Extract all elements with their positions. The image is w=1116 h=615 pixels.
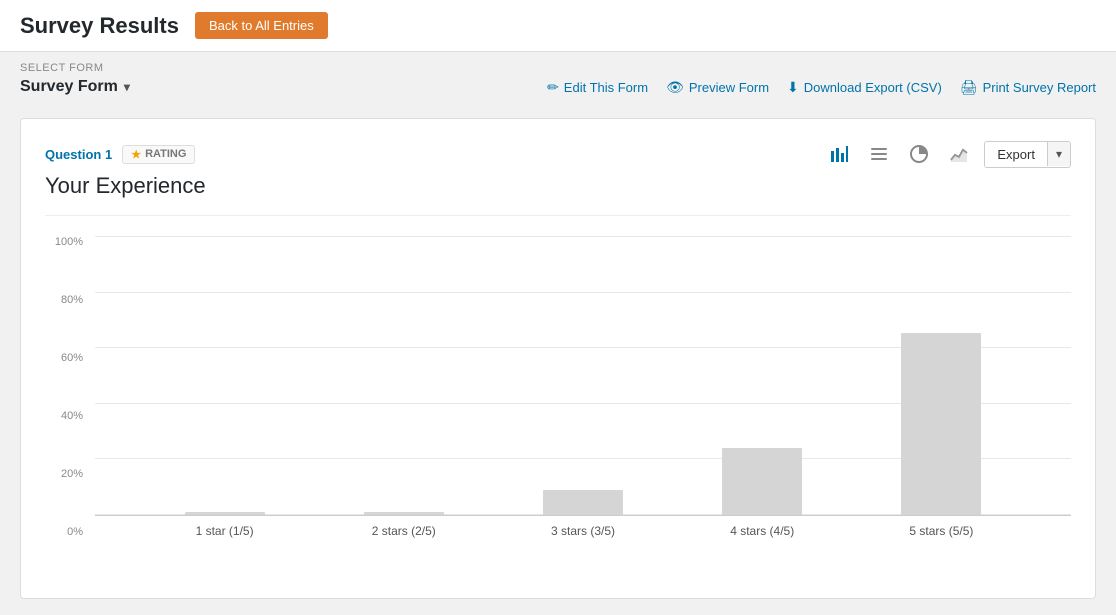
question-card: Question 1 ★ RATING <box>20 118 1096 599</box>
edit-icon: ✏ <box>547 79 559 96</box>
edit-form-label: Edit This Form <box>564 80 648 95</box>
print-icon: 🖨 <box>960 79 978 96</box>
form-selector-label: Survey Form <box>20 78 118 96</box>
back-to-all-entries-button[interactable]: Back to All Entries <box>195 12 328 39</box>
area-chart-button[interactable] <box>944 139 974 169</box>
chart-area: 0% 20% 40% 60% 80% 100% <box>45 236 1071 568</box>
y-label-80: 80% <box>45 294 89 306</box>
export-arrow-icon: ▾ <box>1047 142 1070 166</box>
chart-inner <box>95 236 1071 516</box>
chevron-down-icon: ▾ <box>124 80 130 94</box>
form-select-row: Survey Form ▾ ✏ Edit This Form 👁 Preview… <box>20 78 1096 96</box>
y-label-100: 100% <box>45 236 89 248</box>
bar <box>722 448 802 515</box>
bar-group <box>673 448 852 515</box>
x-label: 4 stars (4/5) <box>673 524 852 538</box>
rating-badge-label: RATING <box>145 148 186 160</box>
form-selector-dropdown[interactable]: Survey Form ▾ <box>20 78 130 96</box>
page-title: Survey Results <box>20 13 179 39</box>
chart-controls: Export ▾ <box>824 139 1071 169</box>
top-header: Survey Results Back to All Entries <box>0 0 1116 52</box>
main-content: Question 1 ★ RATING <box>0 102 1116 615</box>
list-view-button[interactable] <box>864 139 894 169</box>
question-title: Your Experience <box>45 173 1071 199</box>
x-label: 2 stars (2/5) <box>314 524 493 538</box>
y-label-60: 60% <box>45 352 89 364</box>
bar-group <box>852 333 1031 515</box>
export-dropdown[interactable]: Export ▾ <box>984 141 1071 168</box>
divider <box>45 215 1071 216</box>
question-meta: Question 1 ★ RATING <box>45 145 195 164</box>
bar <box>901 333 981 515</box>
bar <box>364 512 444 515</box>
download-csv-label: Download Export (CSV) <box>804 80 942 95</box>
y-axis-labels: 0% 20% 40% 60% 80% 100% <box>45 236 89 538</box>
form-select-bar: SELECT FORM Survey Form ▾ ✏ Edit This Fo… <box>0 52 1116 102</box>
question-number: Question 1 <box>45 147 112 162</box>
x-label: 1 star (1/5) <box>135 524 314 538</box>
bar-group <box>493 490 672 515</box>
rating-badge: ★ RATING <box>122 145 195 164</box>
form-actions: ✏ Edit This Form 👁 Preview Form ⬇ Downlo… <box>547 79 1096 96</box>
bar-chart-button[interactable] <box>824 139 854 169</box>
select-form-label: SELECT FORM <box>20 62 1096 74</box>
star-icon: ★ <box>131 148 141 161</box>
download-icon: ⬇ <box>787 79 799 96</box>
download-csv-link[interactable]: ⬇ Download Export (CSV) <box>787 79 942 96</box>
print-survey-link[interactable]: 🖨 Print Survey Report <box>960 79 1096 96</box>
x-labels: 1 star (1/5)2 stars (2/5)3 stars (3/5)4 … <box>95 516 1071 538</box>
question-header: Question 1 ★ RATING <box>45 139 1071 169</box>
eye-icon: 👁 <box>666 79 684 96</box>
bar <box>185 512 265 515</box>
edit-form-link[interactable]: ✏ Edit This Form <box>547 79 648 96</box>
bars-container <box>95 236 1071 515</box>
y-label-20: 20% <box>45 468 89 480</box>
preview-form-link[interactable]: 👁 Preview Form <box>666 79 769 96</box>
bar-group <box>135 512 314 515</box>
pie-chart-button[interactable] <box>904 139 934 169</box>
print-survey-label: Print Survey Report <box>983 80 1096 95</box>
bar <box>543 490 623 515</box>
preview-form-label: Preview Form <box>689 80 769 95</box>
x-label: 5 stars (5/5) <box>852 524 1031 538</box>
y-label-0: 0% <box>45 526 89 538</box>
y-label-40: 40% <box>45 410 89 422</box>
bar-group <box>314 512 493 515</box>
x-label: 3 stars (3/5) <box>493 524 672 538</box>
export-label: Export <box>985 142 1047 167</box>
